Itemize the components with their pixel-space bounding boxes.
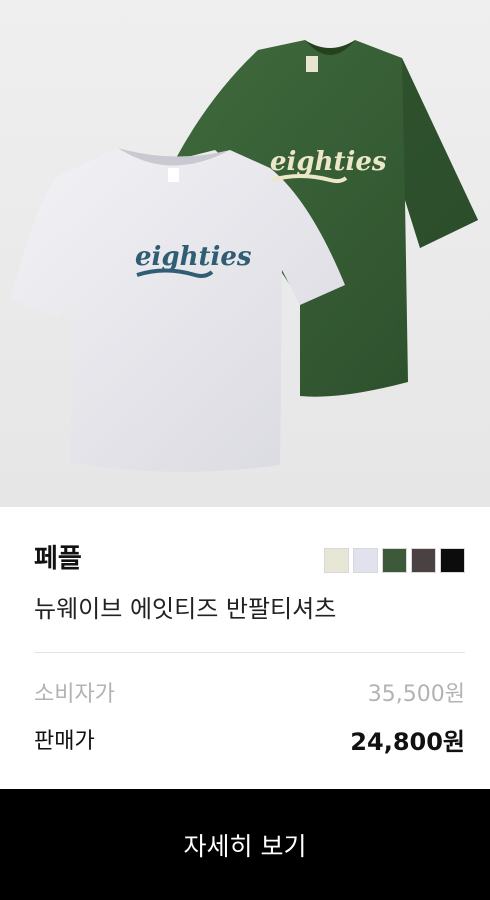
color-swatch-charcoal[interactable] bbox=[411, 548, 436, 573]
green-shirt-logo: eighties bbox=[270, 147, 387, 177]
retail-price-value: 35,500원 bbox=[367, 682, 465, 707]
product-image[interactable]: eighties eighties bbox=[0, 0, 490, 507]
sale-price-row: 판매가 24,800원 bbox=[34, 722, 465, 756]
brand-name[interactable]: 페플 bbox=[34, 542, 82, 576]
retail-price-label: 소비자가 bbox=[34, 682, 115, 707]
sale-price-label: 판매가 bbox=[34, 729, 95, 754]
tshirt-illustration: eighties eighties bbox=[0, 0, 490, 507]
retail-price-row: 소비자가 35,500원 bbox=[34, 675, 465, 709]
divider bbox=[34, 652, 465, 653]
product-card: eighties eighties 페플 뉴웨이브 에잇티즈 반팔티셔츠 소비자… bbox=[0, 0, 490, 900]
color-swatch-cream[interactable] bbox=[324, 548, 349, 573]
grey-shirt-logo: eighties bbox=[135, 242, 252, 272]
sale-price-value: 24,800원 bbox=[350, 727, 465, 756]
product-name[interactable]: 뉴웨이브 에잇티즈 반팔티셔츠 bbox=[34, 593, 336, 625]
color-swatches bbox=[324, 548, 465, 573]
color-swatch-lavender-grey[interactable] bbox=[353, 548, 378, 573]
view-details-button[interactable]: 자세히 보기 bbox=[0, 789, 490, 900]
color-swatch-black[interactable] bbox=[440, 548, 465, 573]
color-swatch-green[interactable] bbox=[382, 548, 407, 573]
